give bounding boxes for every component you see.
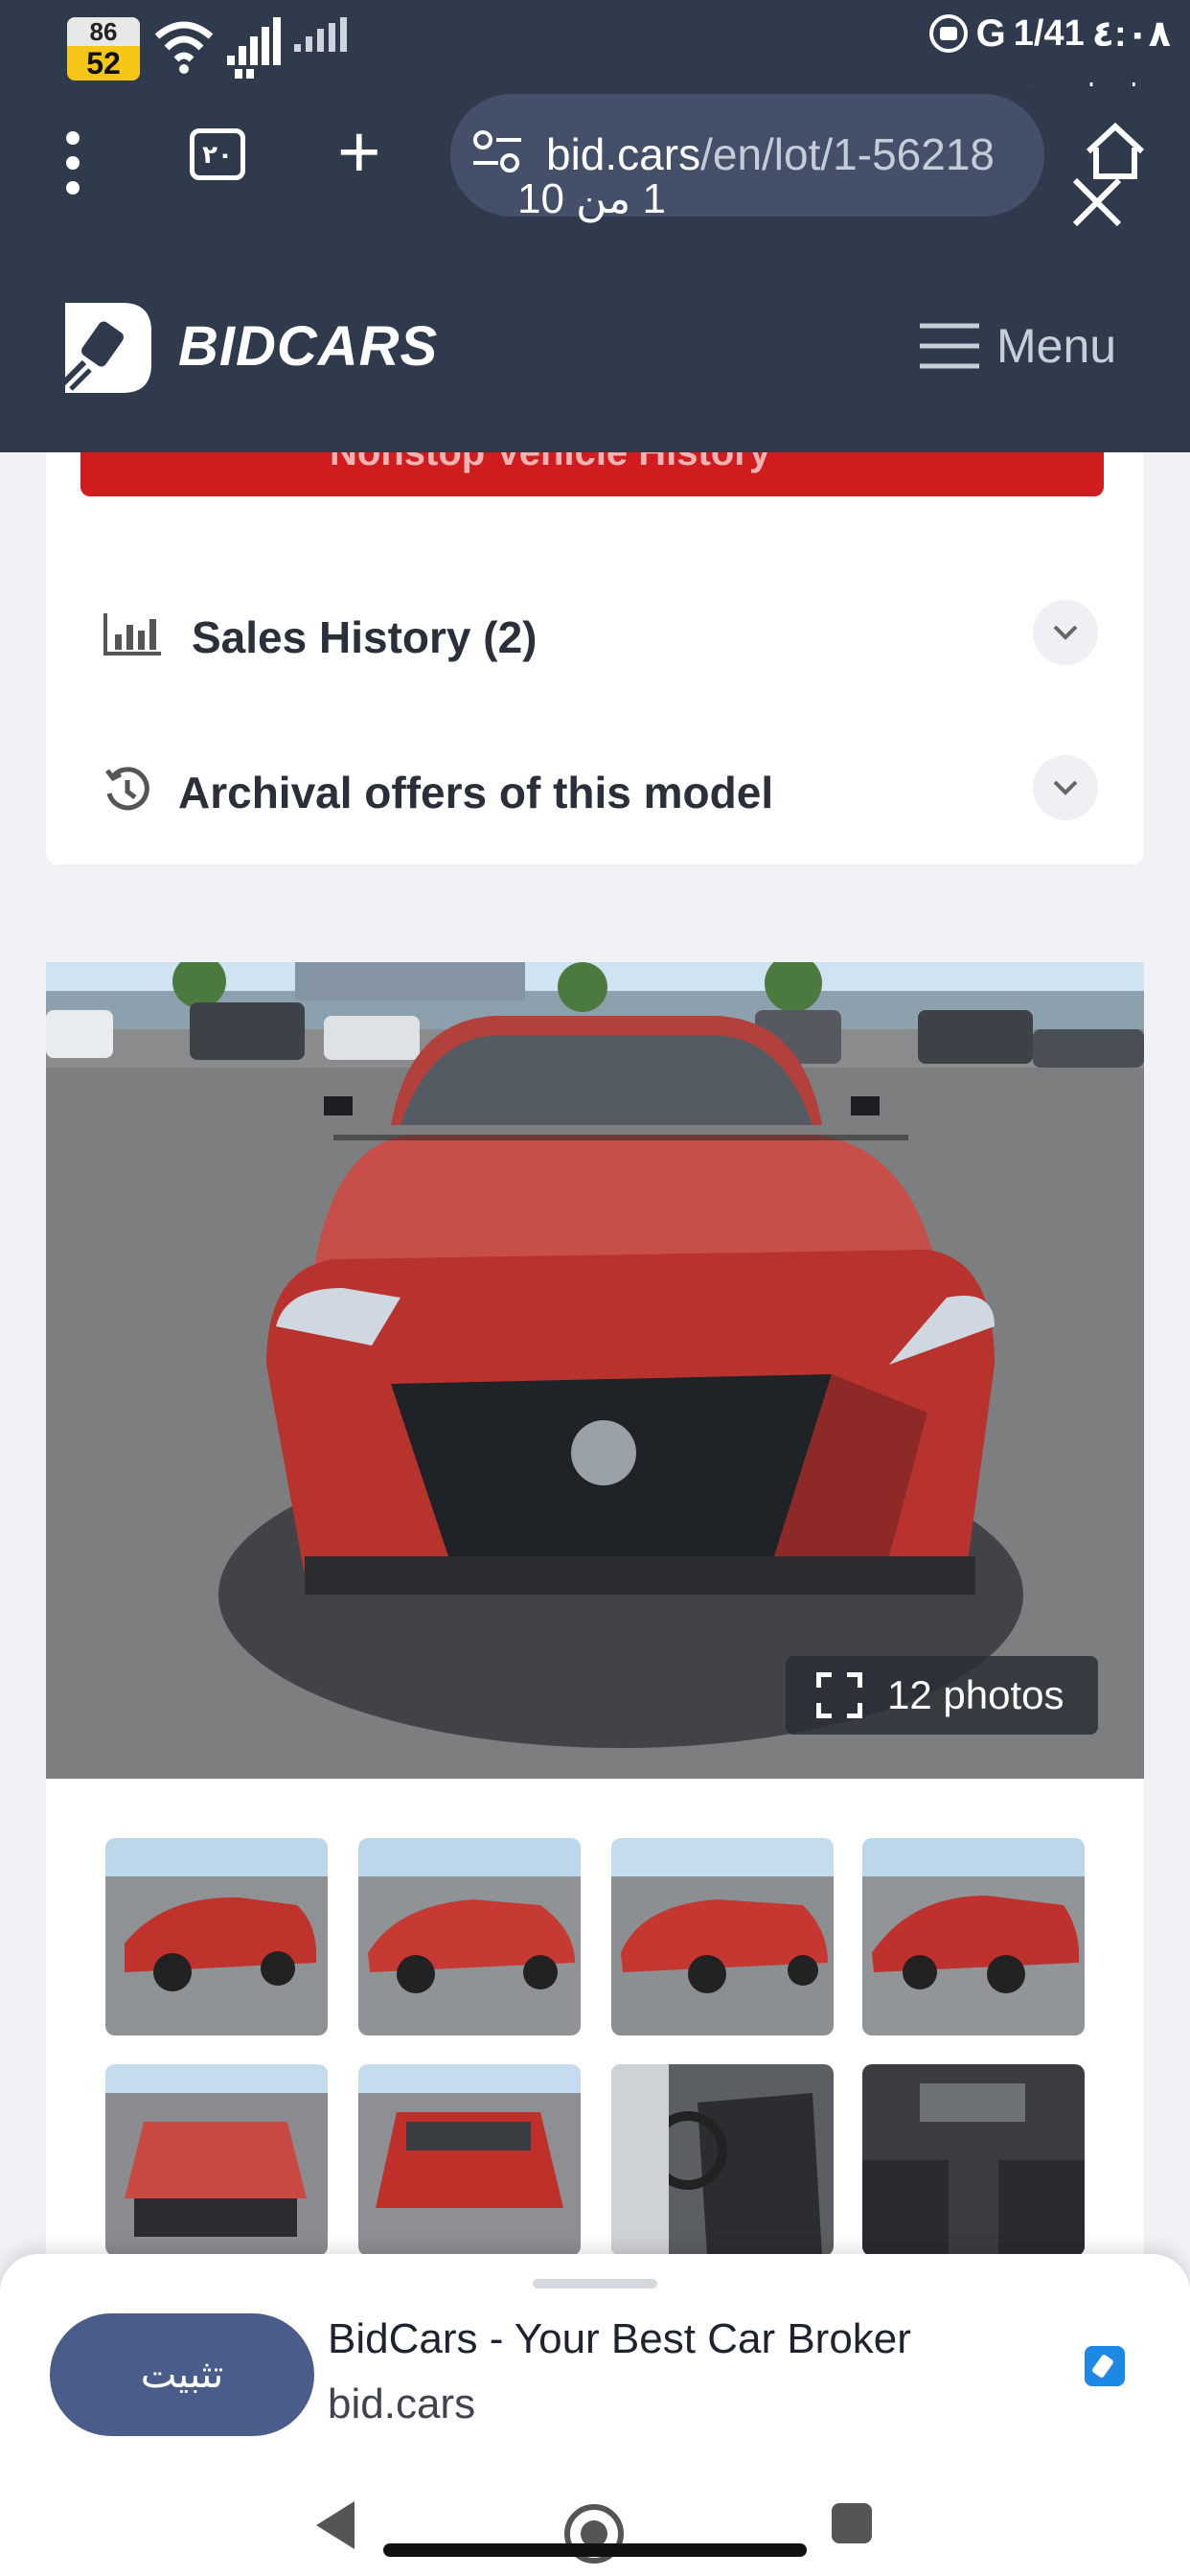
url-path: /en/lot/1-56218 — [700, 129, 995, 179]
overlay-counter: 1/41 — [1013, 12, 1085, 54]
main-car-photo[interactable]: 12 photos — [46, 962, 1144, 1779]
photo-thumbnail[interactable] — [611, 2064, 834, 2256]
photo-thumbnail[interactable] — [105, 1838, 328, 2036]
drag-handle[interactable] — [533, 2279, 657, 2288]
browser-toolbar: ٢٠ + bid.cars/en/lot/1-56218 1 من 10 — [0, 86, 1190, 240]
lot-info-card: Nonstop Vehicle History Sales History (2… — [46, 452, 1144, 864]
signal-icon — [227, 17, 281, 79]
close-icon[interactable] — [1069, 174, 1125, 230]
gesture-pill[interactable] — [383, 2543, 807, 2557]
site-settings-icon[interactable] — [471, 128, 523, 174]
brand-name[interactable]: BIDCARS — [178, 314, 438, 379]
chevron-down-icon[interactable] — [1033, 755, 1098, 820]
sales-history-label: Sales History (2) — [192, 612, 538, 662]
photo-thumbnail[interactable] — [862, 1838, 1085, 2036]
status-bar: 86 52 G 1/41 ٤:٠٨ ▶ واتساب — [0, 0, 1190, 111]
bar-chart-icon — [103, 613, 161, 656]
photo-thumbnail[interactable] — [358, 2064, 581, 2256]
three-dots-icon[interactable] — [54, 125, 92, 201]
photo-thumbnail[interactable] — [611, 1838, 834, 2036]
hamburger-icon — [920, 323, 979, 369]
app-title: BidCars - Your Best Car Broker — [328, 2315, 911, 2362]
url-text: bid.cars/en/lot/1-56218 — [546, 128, 995, 180]
menu-button[interactable]: Menu — [920, 318, 1116, 374]
badge-bottom: 52 — [67, 46, 140, 80]
photo-thumbnail[interactable] — [105, 2064, 328, 2256]
photo-thumbnail[interactable] — [358, 1838, 581, 2036]
vehicle-history-button[interactable]: Nonstop Vehicle History — [80, 452, 1104, 496]
app-domain: bid.cars — [328, 2380, 476, 2427]
sales-history-row[interactable]: Sales History (2) — [46, 577, 1144, 692]
chevron-down-icon[interactable] — [1033, 600, 1098, 665]
app-badge-icon — [1085, 2346, 1125, 2386]
archival-offers-row[interactable]: Archival offers of this model — [46, 732, 1144, 847]
site-header: BIDCARS Menu — [0, 240, 1190, 452]
photo-thumbnail[interactable] — [862, 2064, 1085, 2256]
plus-icon[interactable]: + — [337, 113, 381, 190]
clock: ٤:٠٨ — [1091, 13, 1171, 55]
signal-secondary-icon — [294, 17, 347, 52]
url-host: bid.cars — [546, 129, 701, 179]
recent-apps-icon[interactable] — [832, 2503, 872, 2543]
wifi-icon — [154, 21, 214, 74]
bidcars-logo[interactable] — [56, 303, 151, 393]
vehicle-history-label: Nonstop Vehicle History — [330, 452, 771, 473]
photo-gallery: 12 photos — [46, 962, 1144, 2294]
menu-label: Menu — [996, 319, 1117, 373]
photos-count-button[interactable]: 12 photos — [786, 1656, 1098, 1735]
install-app-banner: تثبيت BidCars - Your Best Car Broker bid… — [0, 2254, 1190, 2465]
status-right: G 1/41 ٤:٠٨ — [928, 10, 1171, 58]
screen-record-icon — [928, 14, 968, 53]
archival-offers-label: Archival offers of this model — [178, 768, 774, 817]
notification-badge: 86 52 — [67, 17, 140, 80]
find-in-page-result: 1 من 10 — [517, 175, 666, 222]
history-icon — [105, 767, 149, 811]
system-navigation-bar — [0, 2465, 1190, 2576]
badge-top: 86 — [67, 17, 140, 46]
google-icon: G — [975, 12, 1006, 55]
install-button[interactable]: تثبيت — [50, 2313, 314, 2436]
tab-switcher-button[interactable]: ٢٠ — [190, 128, 245, 180]
photos-count-label: 12 photos — [887, 1672, 1064, 1717]
fullscreen-icon — [816, 1672, 862, 1718]
back-icon[interactable] — [312, 2499, 356, 2551]
